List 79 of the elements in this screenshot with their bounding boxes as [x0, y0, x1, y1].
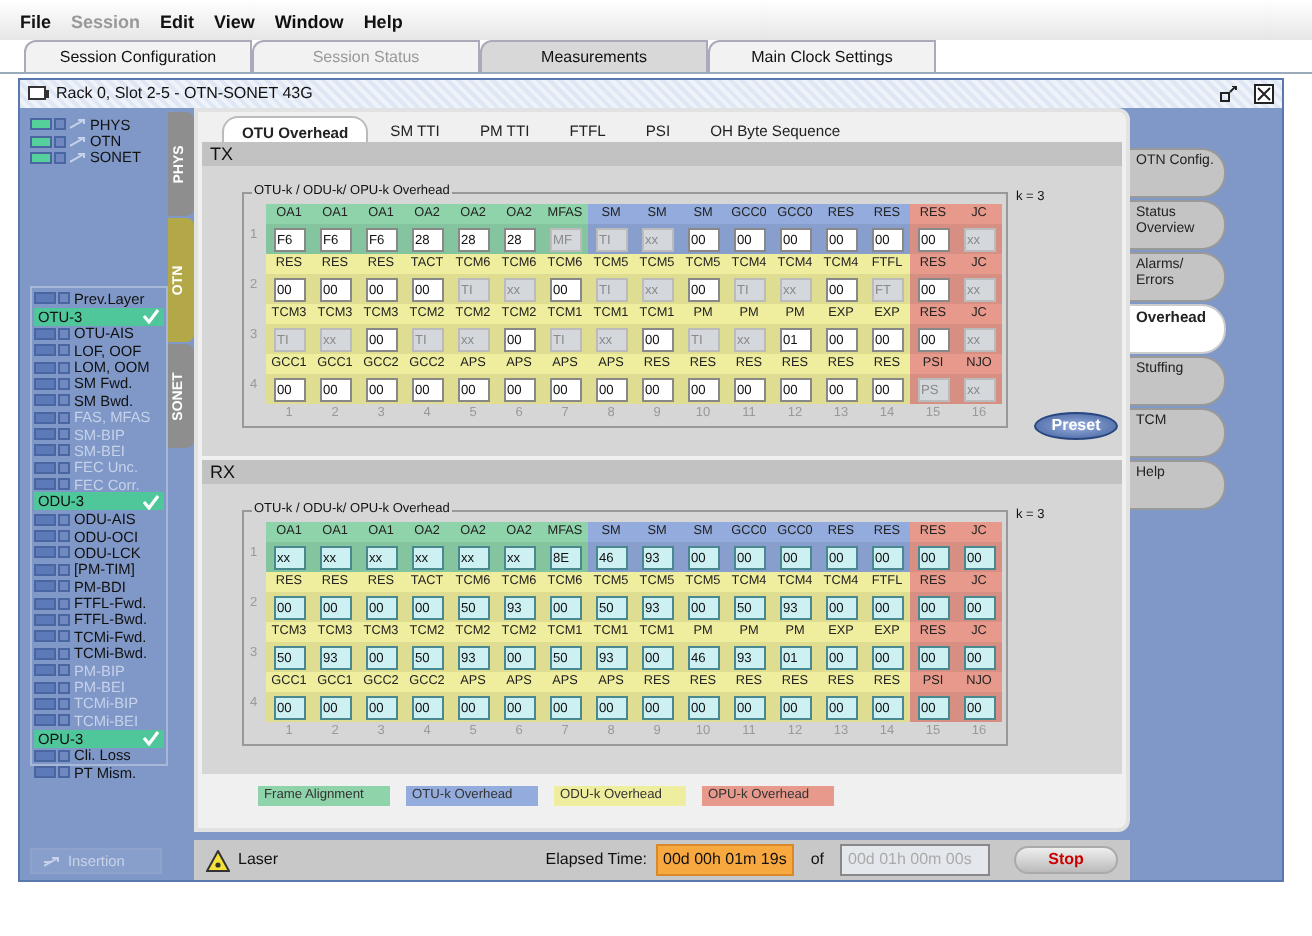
- of-label: of: [810, 848, 824, 872]
- elapsed-time-label: Elapsed Time:: [545, 848, 647, 872]
- history-led: [58, 361, 70, 374]
- alarm-led: [34, 681, 56, 694]
- menu-item[interactable]: Window: [274, 9, 344, 36]
- alarm-led: [34, 530, 56, 543]
- close-icon[interactable]: [1254, 84, 1274, 104]
- window-icon: [28, 86, 50, 102]
- session-tab[interactable]: Session Configuration: [24, 40, 252, 72]
- alarm-led: [34, 664, 56, 677]
- laser-label: Laser: [238, 848, 279, 872]
- alarm-led: [34, 697, 56, 710]
- history-led: [58, 513, 70, 526]
- history-led: [58, 647, 70, 660]
- alarm-led: [34, 377, 56, 390]
- alarm-led: [34, 614, 56, 626]
- checkbox[interactable]: [54, 118, 66, 131]
- alarm-led: [34, 428, 56, 441]
- alarm-led: [34, 461, 56, 474]
- checkbox[interactable]: [54, 151, 66, 164]
- alarm-led: [34, 563, 56, 576]
- alarm-led: [34, 478, 56, 491]
- history-led: [58, 597, 70, 610]
- history-led: [58, 714, 70, 727]
- history-led: [58, 478, 70, 491]
- history-led: [58, 292, 70, 305]
- history-led: [58, 697, 70, 710]
- history-led: [58, 327, 70, 340]
- alarm-led: [34, 444, 56, 457]
- history-led: [58, 664, 70, 677]
- stop-button[interactable]: Stop: [1014, 846, 1118, 874]
- restore-icon[interactable]: [1220, 86, 1238, 102]
- history-led: [58, 428, 70, 441]
- alarm-led: [34, 546, 56, 559]
- history-led: [58, 749, 70, 762]
- window-title: Rack 0, Slot 2-5 - OTN-SONET 43G: [56, 82, 313, 106]
- alarm-led: [34, 749, 56, 762]
- elapsed-time-value: 00d 00h 01m 19s: [655, 844, 795, 876]
- alarm-led: [34, 292, 56, 305]
- menu-item[interactable]: Edit: [160, 9, 195, 36]
- menu-item[interactable]: File: [20, 9, 52, 36]
- arrows-icon: [70, 135, 86, 148]
- history-led: [58, 530, 70, 543]
- alarm-led: [34, 411, 56, 424]
- history-led: [58, 444, 70, 457]
- history-led: [58, 766, 70, 779]
- alarm-led: [34, 394, 56, 407]
- alarm-led: [34, 647, 56, 660]
- arrows-icon: [70, 118, 86, 131]
- alarm-led: [34, 597, 56, 610]
- alarm-led: [34, 580, 56, 593]
- section-title: TX: [202, 142, 1122, 166]
- history-led: [58, 580, 70, 593]
- arrows-icon: [44, 855, 62, 867]
- arrows-icon: [70, 151, 86, 164]
- session-tab[interactable]: Measurements: [480, 40, 708, 72]
- alarm-led: [34, 513, 56, 526]
- session-tab[interactable]: Main Clock Settings: [708, 40, 936, 72]
- history-led: [58, 461, 70, 474]
- alarm-led: [34, 361, 56, 374]
- history-led: [58, 681, 70, 694]
- alarm-led: [34, 327, 56, 340]
- history-led: [58, 344, 70, 357]
- history-led: [58, 377, 70, 390]
- warning-icon: [206, 849, 230, 871]
- history-led: [58, 411, 70, 424]
- alarm-led: [34, 766, 56, 779]
- alarm-led: [34, 630, 56, 643]
- section-title: RX: [202, 460, 1122, 484]
- history-led: [58, 546, 70, 559]
- menu-item[interactable]: View: [214, 9, 255, 36]
- alarm-led: [34, 714, 56, 727]
- checkbox[interactable]: [54, 135, 66, 148]
- history-led: [58, 630, 70, 643]
- history-led: [58, 394, 70, 407]
- alarm-led: [34, 344, 56, 357]
- history-led: [58, 563, 70, 576]
- history-led: [58, 614, 70, 626]
- menu-item[interactable]: Help: [363, 9, 403, 36]
